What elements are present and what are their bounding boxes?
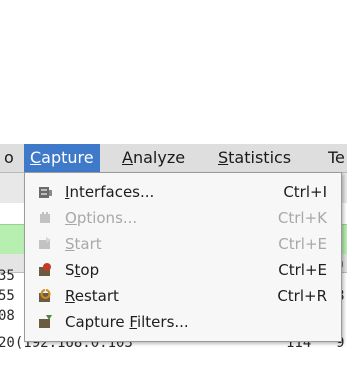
menu-bar: o Capture Analyze Statistics Te [0,144,347,173]
menu-item-label: Start [65,235,102,253]
capture-filters-icon [39,315,52,328]
restart-icon [39,289,51,302]
menu-item-shortcut: Ctrl+I [283,183,327,201]
menu-item-shortcut: Ctrl+K [277,209,327,227]
start-icon [39,237,51,249]
menu-statistics[interactable]: Statistics [212,144,297,172]
menu-item-interfaces[interactable]: Interfaces... Ctrl+I [25,179,341,205]
menu-go-partial[interactable]: o [0,144,20,172]
menu-item-label: Capture Filters... [65,313,189,331]
menu-capture[interactable]: Capture [24,144,100,172]
menu-item-shortcut: Ctrl+E [278,235,327,253]
menu-analyze[interactable]: Analyze [116,144,191,172]
menu-item-capture-filters[interactable]: Capture Filters... [25,309,341,335]
menu-item-stop[interactable]: Stop Ctrl+E [25,257,341,283]
menu-item-start[interactable]: Start Ctrl+E [25,231,341,257]
menu-item-label: Options... [65,209,138,227]
menu-item-shortcut: Ctrl+E [278,261,327,279]
menu-item-label: Stop [65,261,100,279]
menu-item-options[interactable]: Options... Ctrl+K [25,205,341,231]
menu-item-shortcut: Ctrl+R [277,287,327,305]
menu-item-label: Restart [65,287,119,305]
capture-menu: Interfaces... Ctrl+I Options... Ctrl+K S… [24,172,342,342]
stop-icon [39,263,51,276]
menu-telephony-partial[interactable]: Te [322,144,347,172]
menu-item-restart[interactable]: Restart Ctrl+R [25,283,341,309]
interfaces-icon [39,187,52,198]
options-icon [40,212,50,223]
menu-item-label: Interfaces... [65,183,155,201]
